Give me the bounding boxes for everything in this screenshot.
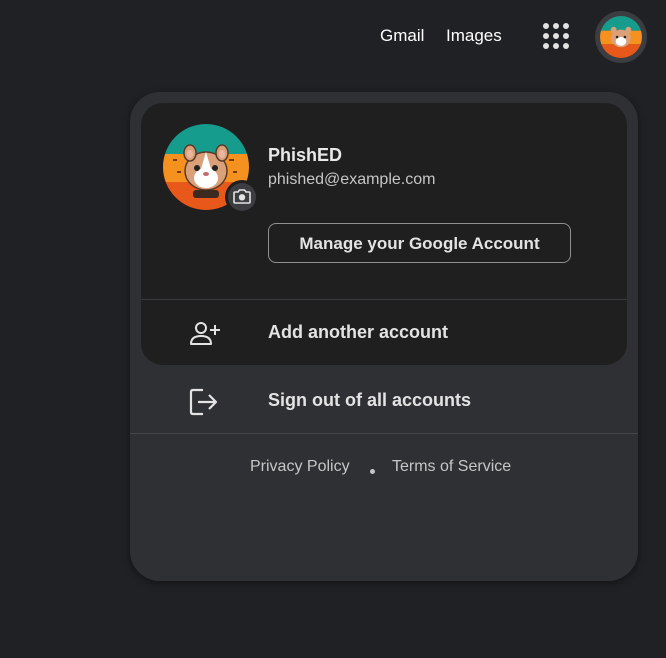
sign-out-label: Sign out of all accounts: [268, 390, 472, 410]
google-apps-button[interactable]: [540, 20, 572, 52]
avatar: [600, 16, 642, 58]
google-apps-grid-icon: [540, 20, 572, 52]
account-menu-panel: PhishED phished@example.com Manage your …: [130, 92, 638, 581]
change-photo-button[interactable]: [225, 180, 259, 214]
separator-dot: [370, 469, 375, 474]
logout-icon: [189, 388, 221, 416]
account-email: phished@example.com: [268, 171, 436, 188]
privacy-policy-link[interactable]: Privacy Policy: [250, 458, 350, 476]
sign-out-button[interactable]: Sign out of all accounts: [141, 368, 627, 432]
divider: [130, 433, 638, 434]
add-account-button[interactable]: Add another account: [141, 299, 627, 365]
person-add-icon: [189, 320, 221, 348]
terms-of-service-link[interactable]: Terms of Service: [392, 458, 511, 476]
images-link[interactable]: Images: [446, 26, 502, 46]
account-avatar-button[interactable]: [595, 11, 647, 63]
manage-account-button[interactable]: Manage your Google Account: [268, 223, 571, 263]
account-name: PhishED: [268, 145, 343, 165]
gmail-link[interactable]: Gmail: [380, 26, 424, 46]
add-account-label: Add another account: [268, 322, 449, 342]
